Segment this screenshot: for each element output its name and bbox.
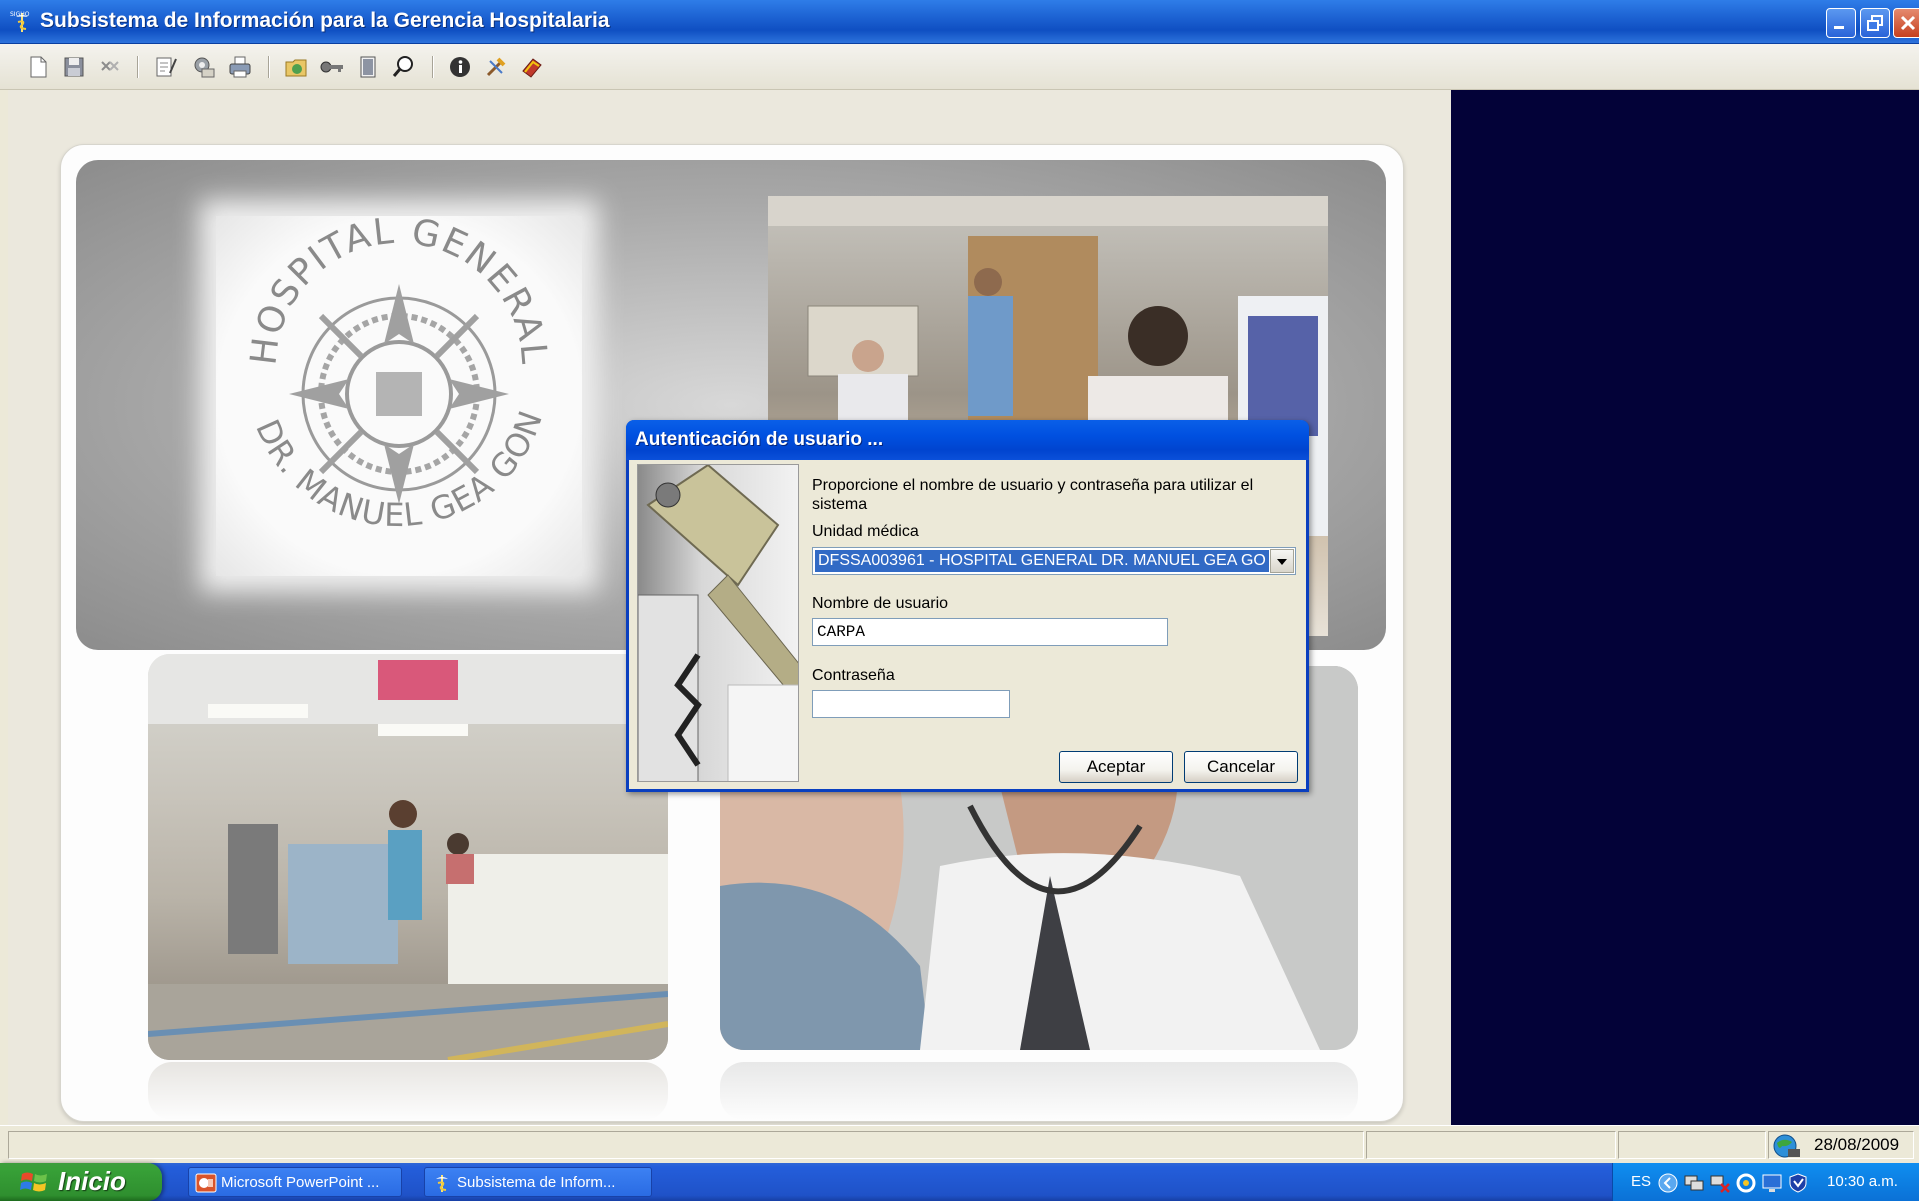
accept-button[interactable]: Aceptar bbox=[1059, 751, 1173, 783]
app-window: SIGHO Subsistema de Información para la … bbox=[0, 0, 1919, 1163]
toolbar-separator bbox=[432, 56, 433, 78]
start-button[interactable]: Inicio bbox=[0, 1163, 162, 1201]
dialog-titlebar[interactable]: Autenticación de usuario ... bbox=[626, 420, 1309, 460]
right-panel bbox=[1451, 90, 1919, 1125]
save-icon[interactable] bbox=[60, 53, 88, 81]
cancel-button[interactable]: Cancelar bbox=[1184, 751, 1298, 783]
edit-icon[interactable] bbox=[152, 53, 180, 81]
new-document-icon[interactable] bbox=[24, 53, 52, 81]
close-button[interactable] bbox=[1893, 8, 1919, 38]
tools-icon[interactable] bbox=[482, 53, 510, 81]
network-icon[interactable] bbox=[1683, 1172, 1705, 1194]
minimize-icon bbox=[1834, 26, 1844, 29]
find-icon[interactable] bbox=[390, 53, 418, 81]
powerpoint-icon bbox=[195, 1173, 217, 1193]
restore-icon bbox=[1867, 15, 1883, 31]
print-icon[interactable] bbox=[226, 53, 254, 81]
unit-select[interactable]: DFSSA003961 - HOSPITAL GENERAL DR. MANUE… bbox=[812, 547, 1296, 575]
sigho-caduceus-icon bbox=[436, 1175, 448, 1192]
status-panel-3 bbox=[1618, 1131, 1766, 1159]
tray-clock[interactable]: 10:30 a.m. bbox=[1827, 1173, 1898, 1190]
doctor-photo-reflection bbox=[720, 1062, 1358, 1120]
cancel-button-label: Cancelar bbox=[1206, 757, 1276, 776]
hospital-seal: HOSPITAL GENERAL DR. MANUEL GEA GONZALEZ bbox=[205, 186, 582, 576]
delete-icon[interactable] bbox=[96, 53, 124, 81]
sigho-caduceus-icon: SIGHO bbox=[10, 11, 30, 32]
window-title: Subsistema de Información para la Gerenc… bbox=[40, 9, 610, 32]
system-tray: ES 10:30 a.m. bbox=[1612, 1163, 1919, 1201]
minimize-button[interactable] bbox=[1826, 8, 1856, 38]
toolbar bbox=[0, 44, 1919, 90]
dialog-title: Autenticación de usuario ... bbox=[635, 429, 884, 450]
info-icon[interactable] bbox=[446, 53, 474, 81]
folder-icon[interactable] bbox=[282, 53, 310, 81]
dialog-prompt: Proporcione el nombre de usuario y contr… bbox=[812, 477, 1254, 513]
status-panel-main bbox=[8, 1131, 1364, 1159]
status-panel-2 bbox=[1366, 1131, 1616, 1159]
window-titlebar[interactable]: SIGHO Subsistema de Información para la … bbox=[0, 0, 1919, 44]
tray-expand-icon[interactable] bbox=[1657, 1172, 1679, 1194]
sync-icon[interactable] bbox=[1735, 1172, 1757, 1194]
key-icon[interactable] bbox=[318, 53, 346, 81]
chevron-down-icon bbox=[1277, 559, 1287, 565]
login-dialog: Autenticación de usuario ... Proporcione… bbox=[626, 420, 1309, 792]
taskbar: Inicio Microsoft PowerPoint ... Subsiste… bbox=[0, 1163, 1919, 1201]
status-date: 28/08/2009 bbox=[1814, 1135, 1900, 1154]
language-indicator[interactable]: ES bbox=[1631, 1173, 1651, 1190]
username-label: Nombre de usuario bbox=[812, 595, 949, 612]
ward-photo bbox=[148, 654, 668, 1060]
unit-label: Unidad médica bbox=[812, 523, 919, 540]
security-shield-icon[interactable] bbox=[1787, 1172, 1809, 1194]
password-label: Contraseña bbox=[812, 667, 895, 684]
network-globe-icon bbox=[1773, 1134, 1800, 1158]
windows-logo-icon bbox=[20, 1172, 47, 1192]
unit-select-value: DFSSA003961 - HOSPITAL GENERAL DR. MANUE… bbox=[814, 549, 1270, 573]
username-input[interactable]: CARPA bbox=[812, 618, 1168, 646]
close-icon bbox=[1900, 15, 1916, 31]
ward-photo-image bbox=[148, 654, 668, 1060]
dropdown-arrow-button[interactable] bbox=[1270, 549, 1294, 573]
accept-button-label: Aceptar bbox=[1086, 757, 1146, 776]
start-label: Inicio bbox=[58, 1166, 126, 1196]
key-illustration-icon bbox=[638, 465, 798, 781]
ward-photo-reflection bbox=[148, 1062, 668, 1120]
display-icon[interactable] bbox=[1761, 1172, 1783, 1194]
password-input[interactable] bbox=[812, 690, 1010, 718]
network-disconnected-icon[interactable] bbox=[1709, 1172, 1731, 1194]
taskbar-item-powerpoint[interactable]: Microsoft PowerPoint ... bbox=[188, 1167, 402, 1197]
taskbar-item-sigho[interactable]: Subsistema de Inform... bbox=[424, 1167, 652, 1197]
taskbar-item-powerpoint-label: Microsoft PowerPoint ... bbox=[221, 1174, 380, 1191]
status-bar: 28/08/2009 bbox=[0, 1125, 1919, 1163]
toolbar-separator bbox=[137, 56, 138, 78]
restore-button[interactable] bbox=[1860, 8, 1890, 38]
svg-text:SIGHO: SIGHO bbox=[10, 11, 30, 18]
page-icon[interactable] bbox=[354, 53, 382, 81]
toolbar-separator bbox=[268, 56, 269, 78]
hospital-seal-logo: HOSPITAL GENERAL DR. MANUEL GEA GONZALEZ bbox=[205, 186, 553, 534]
key-image bbox=[637, 464, 799, 782]
taskbar-item-sigho-label: Subsistema de Inform... bbox=[457, 1174, 616, 1191]
help-book-icon[interactable] bbox=[518, 53, 546, 81]
settings-icon[interactable] bbox=[190, 53, 218, 81]
